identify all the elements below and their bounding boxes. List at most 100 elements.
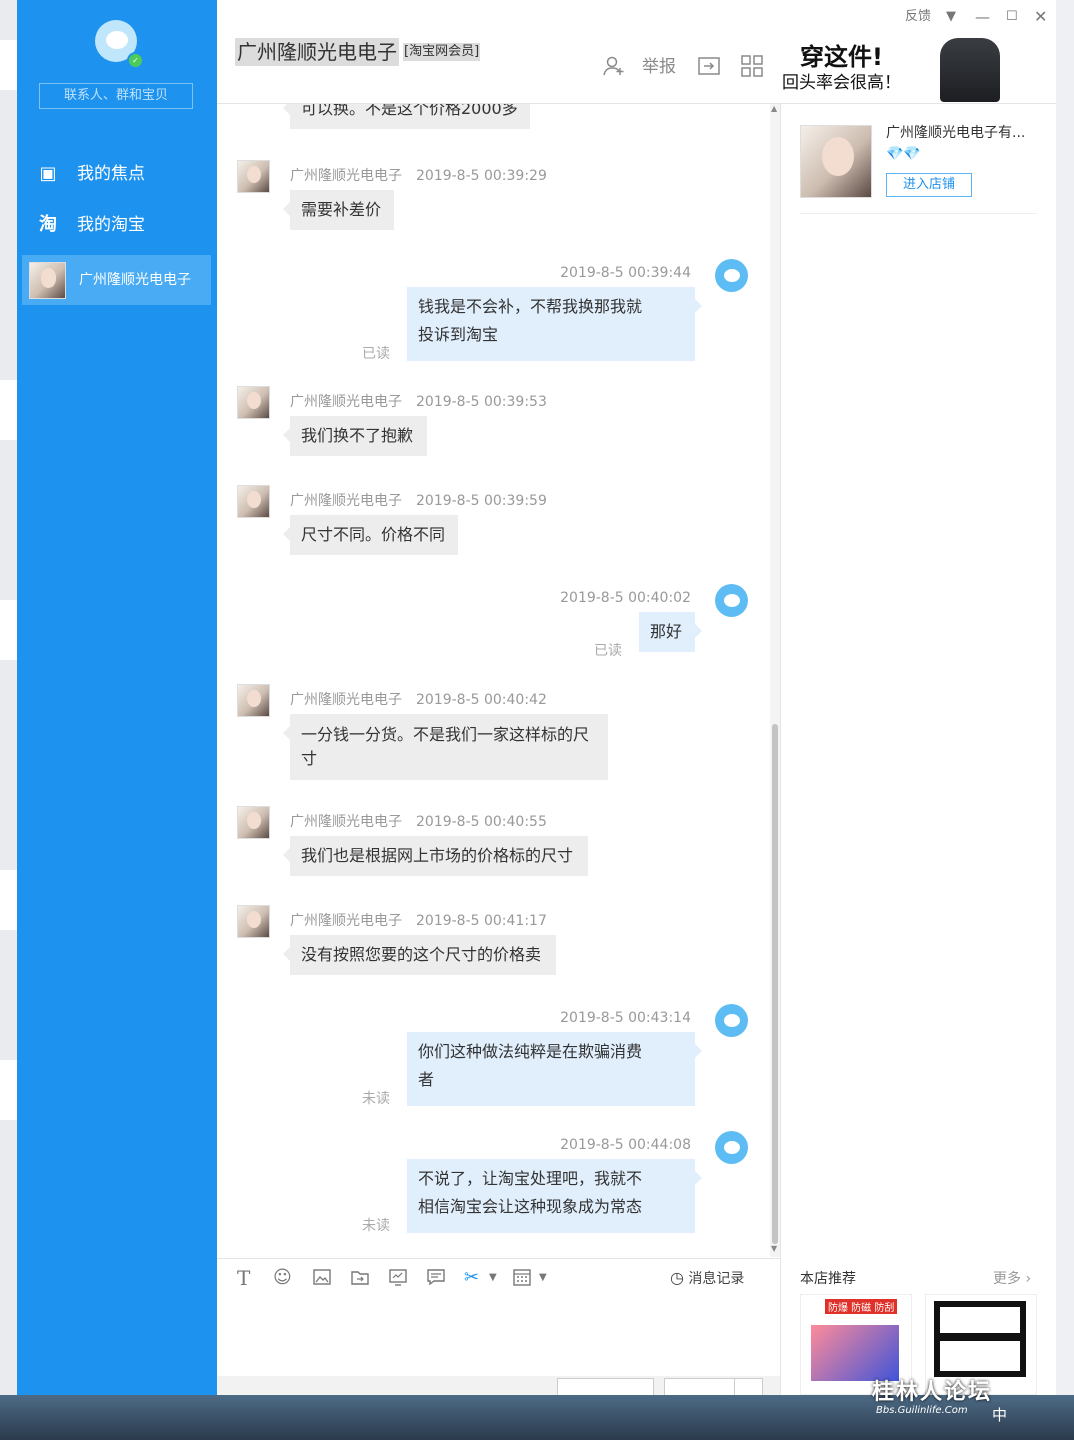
nav-my-taobao[interactable]: 淘 我的淘宝	[37, 205, 212, 245]
recommend-title: 本店推荐	[800, 1271, 856, 1287]
more-link[interactable]: 更多 ›	[993, 1268, 1031, 1288]
message-meta: 广州隆顺光电电子 2019-8-5 00:39:29	[290, 165, 547, 185]
message-time: 2019-8-5 00:40:42	[416, 692, 547, 708]
ad-banner[interactable]: 穿这件! 回头率会很高！	[782, 38, 1007, 102]
message-bubble[interactable]: 那好	[639, 612, 702, 652]
sender-avatar[interactable]	[237, 905, 270, 938]
background-strip	[0, 1060, 17, 1120]
screen-icon[interactable]	[388, 1267, 408, 1293]
ime-indicator[interactable]: 中	[992, 1404, 1007, 1425]
taobao-icon: 淘	[39, 214, 57, 235]
nav-my-focus[interactable]: ▣ 我的焦点	[37, 154, 212, 194]
sender-name: 广州隆顺光电电子	[290, 692, 402, 708]
focus-icon: ▣	[39, 163, 57, 184]
feedback-link[interactable]: 反馈	[905, 7, 931, 27]
report-button[interactable]: 举报	[642, 54, 676, 80]
my-avatar-icon	[715, 584, 748, 617]
apps-grid-icon[interactable]	[740, 54, 764, 80]
my-avatar-icon	[715, 1004, 748, 1037]
image-icon[interactable]	[312, 1267, 332, 1293]
message-input[interactable]	[217, 1299, 780, 1376]
message-list[interactable]: 可以换。不是这个价格2000多 广州隆顺光电电子 2019-8-5 00:39:2…	[217, 104, 780, 1257]
message-bubble[interactable]: 我们也是根据网上市场的价格标的尺寸	[283, 836, 588, 876]
background-strip	[0, 380, 17, 440]
message-time: 2019-8-5 00:44:08	[560, 1137, 691, 1153]
logo-face	[106, 31, 128, 49]
calculator-icon[interactable]	[512, 1267, 532, 1293]
message-outgoing: 2019-8-5 00:43:14 你们这种做法纯粹是在欺骗消费 者 未读	[217, 1004, 780, 1114]
sender-avatar[interactable]	[237, 160, 270, 193]
read-status: 已读	[362, 346, 390, 362]
send-options-button[interactable]	[734, 1378, 763, 1395]
read-status: 已读	[594, 643, 622, 659]
message-bubble[interactable]: 钱我是不会补，不帮我换那我就 投诉到淘宝	[407, 287, 702, 361]
dropdown-icon[interactable]: ▼	[946, 7, 956, 27]
input-toolbar: T ☺ ✂ ▼ ▼ ◷ 消息记录	[217, 1258, 780, 1299]
scroll-up-icon[interactable]: ▲	[771, 104, 777, 113]
chevron-right-icon: ›	[1025, 1271, 1032, 1287]
transfer-file-icon[interactable]	[697, 54, 721, 80]
message-bubble[interactable]: 尺寸不同。价格不同	[283, 515, 458, 555]
message-time: 2019-8-5 00:40:02	[560, 590, 691, 606]
contact-item-active[interactable]: 广州隆顺光电电子	[22, 255, 211, 305]
message-meta: 广州隆顺光电电子 2019-8-5 00:39:53	[290, 391, 547, 411]
maximize-icon[interactable]: ☐	[1006, 7, 1018, 27]
background-strip	[0, 40, 17, 90]
message-bubble[interactable]: 没有按照您要的这个尺寸的价格卖	[283, 935, 556, 975]
close-icon[interactable]: ✕	[1034, 7, 1047, 27]
scroll-down-icon[interactable]: ▼	[771, 1244, 777, 1253]
message-bubble[interactable]: 你们这种做法纯粹是在欺骗消费 者	[407, 1032, 702, 1106]
message-bubble[interactable]: 需要补差价	[283, 190, 394, 230]
folder-icon[interactable]	[350, 1267, 370, 1293]
message-bubble[interactable]: 不说了，让淘宝处理吧，我就不 相信淘宝会让这种现象成为常态	[407, 1159, 702, 1233]
enter-shop-button[interactable]: 进入店铺	[886, 173, 972, 197]
send-button[interactable]	[664, 1378, 736, 1395]
message-meta: 广州隆顺光电电子 2019-8-5 00:41:17	[290, 910, 547, 930]
message-meta: 广州隆顺光电电子 2019-8-5 00:40:55	[290, 811, 547, 831]
message-meta: 广州隆顺光电电子 2019-8-5 00:39:59	[290, 490, 547, 510]
chat-window: ✓ 联系人、群和宝贝 ▣ 我的焦点 淘 我的淘宝 广州隆顺光电电子 广州隆顺光电…	[17, 0, 1056, 1395]
more-dropdown-icon[interactable]: ▼	[539, 1267, 547, 1289]
message-line: 投诉到淘宝	[418, 325, 499, 344]
message-line: 不说了，让淘宝处理吧，我就不	[418, 1169, 643, 1188]
message-time: 2019-8-5 00:39:59	[416, 493, 547, 509]
sender-avatar[interactable]	[237, 684, 270, 717]
chat-title: 广州隆顺光电电子	[235, 38, 399, 66]
read-status: 未读	[362, 1091, 390, 1107]
app-logo-icon[interactable]: ✓	[95, 20, 144, 69]
divider	[800, 213, 1037, 214]
scissors-icon[interactable]: ✂	[464, 1267, 479, 1289]
scrollbar-thumb[interactable]	[772, 724, 778, 1244]
message-bubble[interactable]: 可以换。不是这个价格2000多	[283, 104, 530, 129]
message-time: 2019-8-5 00:39:53	[416, 394, 547, 410]
background-strip	[0, 600, 17, 660]
product-image-mount	[934, 1301, 1026, 1377]
search-input[interactable]: 联系人、群和宝贝	[39, 83, 193, 109]
font-icon[interactable]: T	[237, 1267, 250, 1289]
message-meta: 广州隆顺光电电子 2019-8-5 00:40:42	[290, 689, 547, 709]
message-bubble[interactable]: 我们换不了抱歉	[283, 416, 427, 456]
shop-name[interactable]: 广州隆顺光电电子有...	[886, 122, 1046, 142]
message-time: 2019-8-5 00:39:29	[416, 168, 547, 184]
comment-icon[interactable]	[426, 1267, 446, 1293]
input-footer	[217, 1376, 780, 1395]
shop-avatar[interactable]	[800, 125, 872, 198]
sender-avatar[interactable]	[237, 806, 270, 839]
message-outgoing: 2019-8-5 00:39:44 钱我是不会补，不帮我换那我就 投诉到淘宝 已…	[217, 259, 780, 369]
contact-avatar	[29, 262, 66, 299]
read-status: 未读	[362, 1218, 390, 1234]
sender-avatar[interactable]	[237, 485, 270, 518]
message-outgoing: 2019-8-5 00:40:02 那好 已读	[217, 584, 780, 664]
add-friend-icon[interactable]	[602, 54, 626, 80]
background-window-right	[1056, 0, 1074, 1440]
shop-rating-diamonds: 💎💎	[886, 146, 921, 162]
message-history-button[interactable]: ◷ 消息记录	[670, 1267, 744, 1290]
message-bubble[interactable]: 一分钱一分货。不是我们一家这样标的尺 寸	[283, 714, 608, 780]
emoji-icon[interactable]: ☺	[273, 1267, 292, 1289]
minimize-icon[interactable]: —	[975, 7, 990, 27]
scissors-dropdown-icon[interactable]: ▼	[489, 1267, 497, 1289]
close-button[interactable]	[557, 1378, 654, 1395]
sender-avatar[interactable]	[237, 386, 270, 419]
history-label: 消息记录	[688, 1271, 745, 1287]
more-label: 更多	[993, 1271, 1021, 1287]
